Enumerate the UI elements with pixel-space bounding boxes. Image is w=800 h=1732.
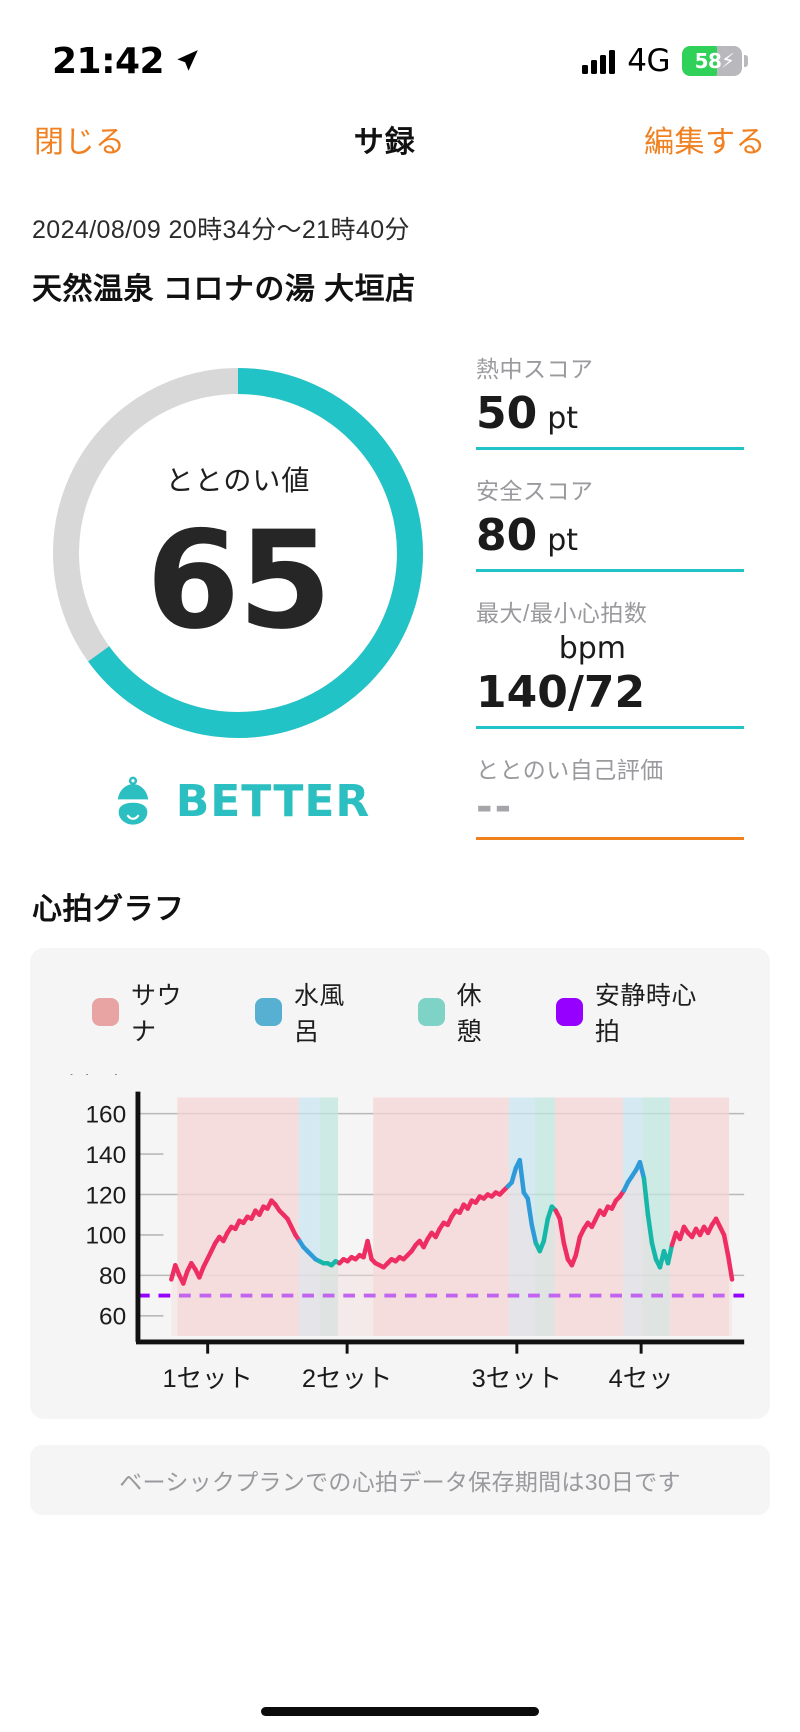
rank-row: BETTER — [28, 774, 448, 828]
legend-swatch — [254, 997, 282, 1026]
svg-text:140: 140 — [85, 1142, 126, 1169]
chart-section-title: 心拍グラフ — [32, 892, 185, 926]
stat-heat-score: 熱中スコア 50 pt — [476, 350, 744, 451]
legend-label: 休憩 — [456, 981, 483, 1046]
svg-text:2セット: 2セット — [302, 1365, 392, 1393]
heart-rate-chart-card: サウナ 水風呂 休憩 安静時心拍 60 80 100 120 140 160 (bpm) 1セ… — [30, 947, 770, 1419]
stat-value: -- — [476, 783, 514, 830]
rank-label: BETTER — [175, 775, 371, 827]
status-bar: 21:42 4G 58 ⚡ — [0, 0, 800, 96]
status-time: 21:42 — [52, 40, 165, 82]
gauge-column: ととのい値 65 BETTER — [28, 332, 448, 862]
stats-column: 熱中スコア 50 pt 安全スコア 80 pt 最大/最小心拍数 bpm 140/72… — [448, 332, 772, 862]
stat-unit: pt — [547, 523, 579, 559]
stat-label: ととのい自己評価 — [476, 756, 664, 783]
session-date-range: 2024/08/09 20時34分〜21時40分 — [32, 216, 410, 244]
navigation-bar: 閉じる サ録 編集する — [0, 96, 800, 182]
legend-item-cold-bath: 水風呂 — [254, 976, 368, 1048]
svg-text:60: 60 — [99, 1304, 126, 1331]
stat-value: 50 — [476, 388, 538, 439]
stat-safety-score: 安全スコア 80 pt — [476, 472, 744, 573]
chart-legend: サウナ 水風呂 休憩 安静時心拍 — [48, 976, 752, 1048]
stat-unit: bpm — [558, 631, 626, 667]
battery-charging-icon: 58 ⚡ — [682, 46, 748, 76]
plan-retention-note: ベーシックプランでの心拍データ保存期間は30日です — [30, 1444, 770, 1515]
stat-value: 80 — [476, 510, 538, 562]
gauge-center: ととのい値 65 — [43, 358, 433, 748]
legend-item-resting-hr: 安静時心拍 — [555, 976, 718, 1048]
venue-name: 天然温泉 コロナの湯 大垣店 — [32, 273, 416, 306]
stat-underline — [476, 725, 744, 729]
summary-section: ととのい値 65 BETTER 熱中スコア 50 pt 安全スコア 80 pt … — [0, 308, 800, 862]
stat-underline — [476, 447, 744, 451]
legend-label: 安静時心拍 — [594, 981, 697, 1046]
svg-text:1セット: 1セット — [162, 1365, 252, 1393]
network-type-label: 4G — [627, 43, 670, 79]
svg-text:80: 80 — [99, 1263, 126, 1290]
svg-text:160: 160 — [85, 1101, 126, 1128]
edit-button[interactable]: 編集する — [644, 117, 766, 161]
stat-self-rating[interactable]: ととのい自己評価 -- — [476, 751, 744, 840]
location-arrow-icon — [177, 50, 198, 71]
legend-label: サウナ — [131, 981, 183, 1046]
svg-text:(bpm): (bpm) — [66, 1074, 122, 1075]
gauge-value: 65 — [146, 501, 332, 659]
svg-text:3セット: 3セット — [472, 1365, 562, 1393]
page-title: サ録 — [353, 126, 416, 159]
session-header: 2024/08/09 20時34分〜21時40分 天然温泉 コロナの湯 大垣店 — [0, 182, 800, 308]
stat-unit: pt — [547, 401, 579, 436]
legend-swatch — [417, 997, 445, 1026]
stat-underline — [476, 836, 744, 840]
gauge-caption: ととのい値 — [165, 464, 311, 496]
svg-text:4セッ: 4セッ — [609, 1365, 674, 1393]
legend-item-sauna: サウナ — [92, 976, 205, 1048]
close-button[interactable]: 閉じる — [34, 117, 126, 161]
sauna-hat-face-icon — [116, 776, 149, 825]
heart-rate-svg: 60 80 100 120 140 160 (bpm) 1セット 2セット 3セット 4セッ — [66, 1074, 745, 1393]
heart-rate-plot: 60 80 100 120 140 160 (bpm) 1セット 2セット 3セット 4セッ — [48, 1074, 752, 1397]
stat-value: 140/72 — [476, 666, 646, 718]
status-bar-left: 21:42 — [52, 41, 200, 82]
stat-label: 熱中スコア — [476, 356, 594, 382]
legend-swatch — [555, 997, 583, 1026]
totonoi-gauge: ととのい値 65 — [43, 358, 433, 748]
charging-bolt-icon: ⚡ — [720, 50, 735, 73]
stat-underline — [476, 569, 744, 573]
stat-label: 安全スコア — [476, 478, 594, 505]
status-bar-right: 4G 58 ⚡ — [582, 43, 748, 79]
legend-swatch — [92, 997, 120, 1026]
svg-text:100: 100 — [85, 1223, 126, 1250]
svg-text:120: 120 — [85, 1182, 126, 1209]
cellular-bars-icon — [582, 48, 616, 74]
legend-item-rest: 休憩 — [417, 976, 506, 1048]
home-indicator — [261, 1707, 539, 1716]
legend-label: 水風呂 — [293, 981, 345, 1046]
stat-max-min-heart-rate: 最大/最小心拍数 bpm 140/72 — [476, 594, 744, 729]
stat-label: 最大/最小心拍数 — [476, 600, 648, 627]
